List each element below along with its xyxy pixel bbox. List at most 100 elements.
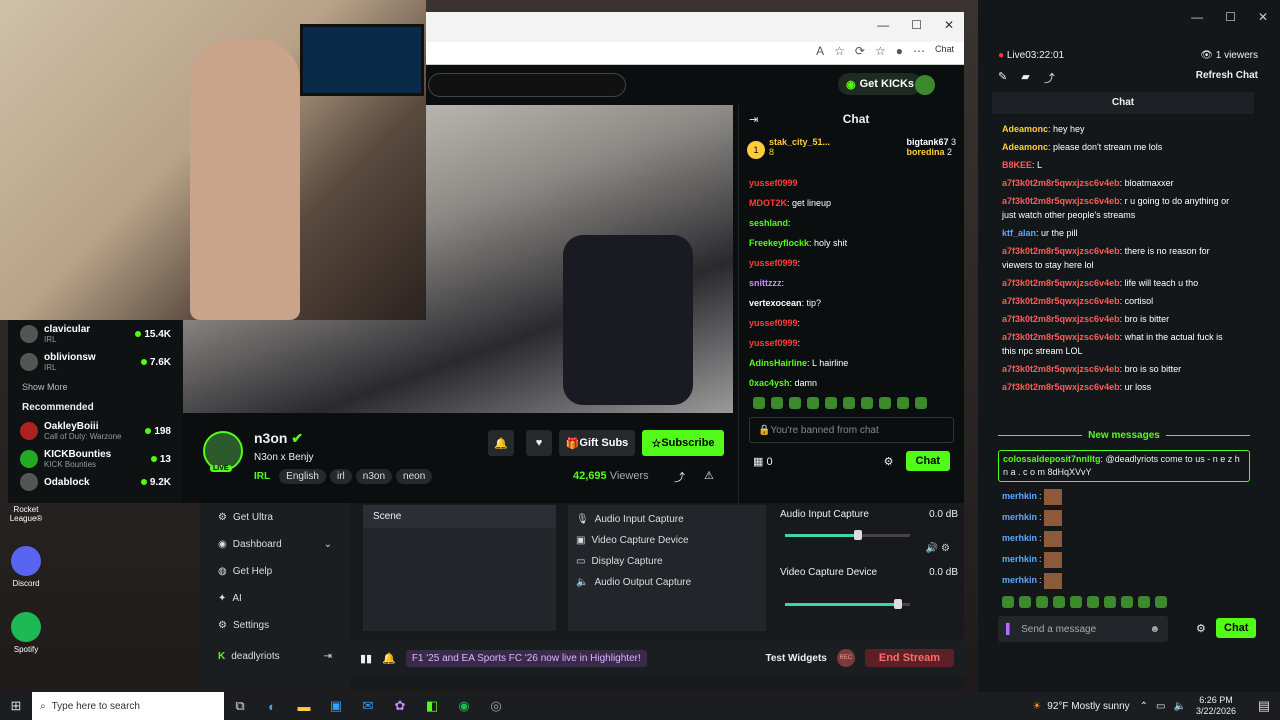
clock[interactable]: 6:26 PM 3/22/2026	[1196, 695, 1236, 717]
weather-widget[interactable]: ☀ 92°F Mostly sunny	[1032, 701, 1129, 712]
profile-icon[interactable]: ●	[896, 44, 903, 58]
volume-knob[interactable]	[893, 599, 902, 609]
highlighter-notice[interactable]: F1 '25 and EA Sports FC '26 now live in …	[405, 649, 647, 667]
source-audio-output[interactable]: 🔈 Audio Output Capture	[568, 572, 766, 593]
edit-icon[interactable]: ✎	[998, 70, 1007, 86]
chat-username[interactable]: a7f3k0t2m8r5qwxjzsc6v4eb	[1002, 296, 1120, 306]
user-avatar[interactable]	[915, 75, 935, 95]
volume-slider-audio-input[interactable]	[785, 530, 910, 540]
chat-username[interactable]: Freekeyflockk	[749, 238, 809, 248]
chat-username[interactable]: a7f3k0t2m8r5qwxjzsc6v4eb	[1002, 314, 1120, 324]
notification-icon[interactable]: 🔔	[382, 652, 396, 665]
steam-icon[interactable]: ◎	[480, 692, 512, 720]
chat-username[interactable]: yussef0999	[749, 258, 798, 268]
show-more-button[interactable]: Show More	[8, 376, 183, 398]
emote-icon[interactable]	[897, 397, 909, 409]
copilot-chat-button[interactable]: Chat	[935, 44, 954, 58]
chat-username[interactable]: a7f3k0t2m8r5qwxjzsc6v4eb	[1002, 364, 1120, 374]
get-kicks-button[interactable]: ◉ Get KICKs	[838, 73, 923, 95]
more-icon[interactable]: ⋯	[913, 44, 925, 58]
category-link[interactable]: IRL	[254, 471, 270, 482]
emote-icon[interactable]	[843, 397, 855, 409]
emote-icon[interactable]	[789, 397, 801, 409]
share-icon[interactable]: ⤴	[1044, 70, 1055, 86]
chat-username[interactable]: yussef0999	[749, 318, 798, 328]
emote-icon[interactable]	[1036, 596, 1048, 608]
emote-icon[interactable]	[1070, 596, 1082, 608]
chat-username[interactable]: a7f3k0t2m8r5qwxjzsc6v4eb	[1002, 246, 1120, 256]
emoji-icon[interactable]: ☻	[1149, 624, 1160, 635]
emote-icon[interactable]	[825, 397, 837, 409]
emote-icon[interactable]	[1138, 596, 1150, 608]
chat-username[interactable]: vertexocean	[749, 298, 802, 308]
emote-icon[interactable]	[1002, 596, 1014, 608]
source-video-capture[interactable]: ▣ Video Capture Device	[568, 530, 766, 551]
desktop-icon-rocket-league[interactable]: Rocket League®	[0, 505, 52, 523]
chat-username[interactable]: a7f3k0t2m8r5qwxjzsc6v4eb	[1002, 178, 1120, 188]
edge-icon[interactable]: ◐	[256, 692, 288, 720]
collapse-icon[interactable]: ⇥	[749, 113, 758, 126]
end-stream-button[interactable]: End Stream	[864, 649, 954, 667]
emote-icon[interactable]	[1053, 596, 1065, 608]
folder-icon[interactable]: ▰	[1021, 70, 1029, 86]
read-aloud-icon[interactable]: A	[816, 44, 824, 58]
chat-username[interactable]: AdinsHairline	[749, 358, 807, 368]
share-icon[interactable]: ⤴	[674, 469, 685, 485]
notification-bell-icon[interactable]: 🔔	[488, 430, 514, 456]
copilot-icon[interactable]: ✿	[384, 692, 416, 720]
chat-send-button[interactable]: Chat	[1216, 618, 1257, 638]
kick-app-icon[interactable]: ◧	[416, 692, 448, 720]
tag[interactable]: irl	[329, 469, 352, 484]
channel-name[interactable]: n3on ✔	[254, 430, 303, 447]
stats-icon[interactable]: ▮▮	[360, 652, 372, 665]
sidebar-channel[interactable]: OakleyBoiii Call of Duty: Warzone 198	[8, 417, 183, 445]
emote-icon[interactable]	[861, 397, 873, 409]
chat-settings-icon[interactable]: ⚙	[1196, 622, 1206, 635]
windows-start-icon[interactable]: ⊞	[0, 692, 32, 720]
chat-username[interactable]: a7f3k0t2m8r5qwxjzsc6v4eb	[1002, 278, 1120, 288]
sidebar-channel[interactable]: KICKBounties KICK Bounties 13	[8, 445, 183, 473]
chat-username[interactable]: Adeamonc	[1002, 124, 1048, 134]
file-explorer-icon[interactable]: ▬	[288, 692, 320, 720]
minimize-icon[interactable]: —	[877, 18, 889, 32]
maximize-icon[interactable]: ☐	[911, 18, 922, 32]
notifications-icon[interactable]: ▤	[1248, 692, 1280, 720]
nav-ai[interactable]: ✦ AI	[200, 585, 350, 612]
taskbar-search[interactable]: ⌕ Type here to search	[32, 692, 224, 720]
close-icon[interactable]: ✕	[944, 18, 954, 32]
emote-icon[interactable]	[1019, 596, 1031, 608]
test-widgets-button[interactable]: Test Widgets	[765, 653, 826, 664]
chat-username[interactable]: MDOT2K	[749, 198, 787, 208]
chat-input[interactable]: 🔒 You're banned from chat	[749, 417, 954, 443]
minimize-icon[interactable]: —	[1191, 10, 1203, 24]
emote-icon[interactable]	[1121, 596, 1133, 608]
network-icon[interactable]: ▭	[1156, 701, 1165, 712]
volume-knob[interactable]	[853, 530, 862, 540]
tag[interactable]: English	[279, 469, 326, 484]
chat-username[interactable]: yussef0999	[749, 338, 798, 348]
emote-icon[interactable]	[915, 397, 927, 409]
nav-get-help[interactable]: ◍ Get Help	[200, 558, 350, 585]
send-message-input[interactable]: ▌ Send a message ☻	[998, 616, 1168, 642]
chat-username[interactable]: seshland	[749, 218, 788, 228]
chat-username[interactable]: B8KEE	[1002, 160, 1032, 170]
source-audio-input[interactable]: 🎙 Audio Input Capture	[568, 509, 766, 530]
search-input[interactable]	[428, 73, 626, 97]
chat-username[interactable]: ktf_alan	[1002, 228, 1036, 238]
chat-username[interactable]: a7f3k0t2m8r5qwxjzsc6v4eb	[1002, 332, 1120, 342]
nav-dashboard[interactable]: ◉ Dashboard ⌄	[200, 531, 350, 558]
chat-username[interactable]: merhkin	[1002, 570, 1037, 591]
chat-username[interactable]: yussef0999	[749, 178, 798, 188]
scene-item[interactable]: Scene	[363, 505, 556, 528]
source-display-capture[interactable]: ▭ Display Capture	[568, 551, 766, 572]
subscribe-button[interactable]: ☆ Subscribe	[642, 430, 724, 456]
emote-icon[interactable]	[807, 397, 819, 409]
chat-username[interactable]: Adeamonc	[1002, 142, 1048, 152]
emote-icon[interactable]	[1087, 596, 1099, 608]
sidebar-channel[interactable]: Odablock 9.2K	[8, 473, 183, 491]
desktop-icon-discord[interactable]: Discord	[0, 546, 52, 588]
emote-icon[interactable]	[753, 397, 765, 409]
chat-username[interactable]: a7f3k0t2m8r5qwxjzsc6v4eb	[1002, 196, 1120, 206]
chat-username[interactable]: a7f3k0t2m8r5qwxjzsc6v4eb	[1002, 382, 1120, 392]
tag[interactable]: neon	[396, 469, 433, 484]
